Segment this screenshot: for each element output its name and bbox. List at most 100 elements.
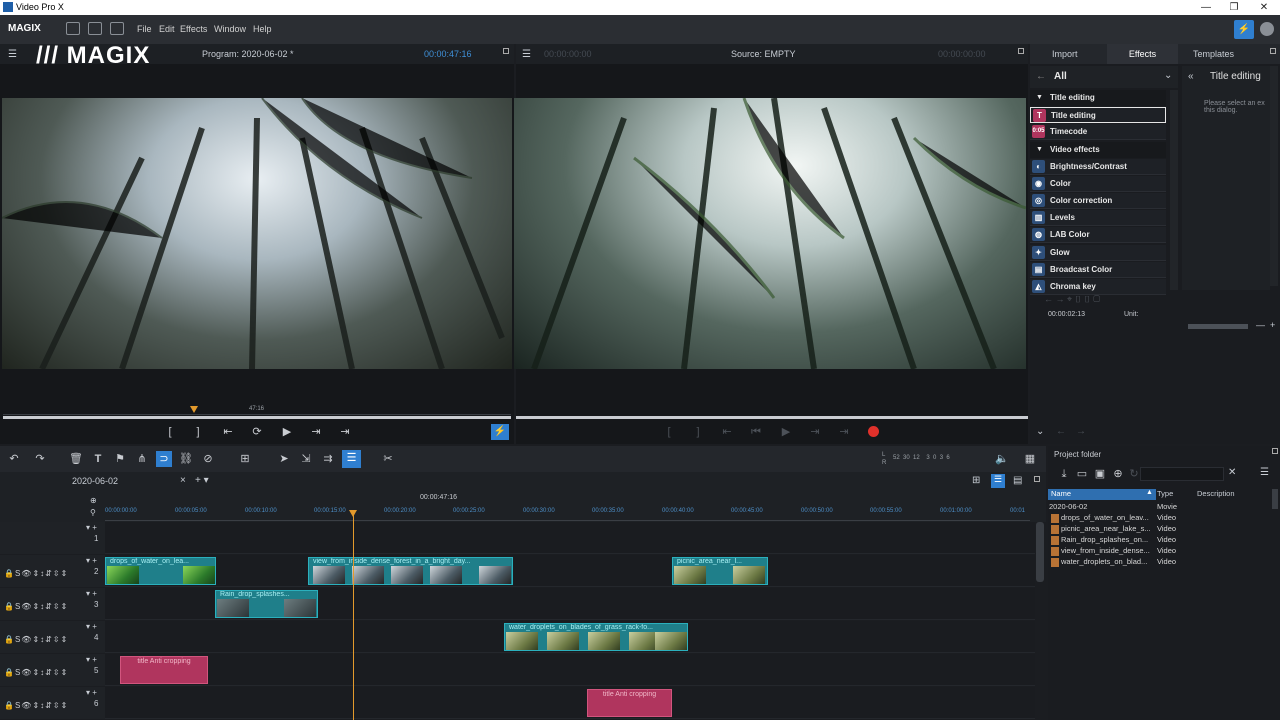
record-button[interactable] xyxy=(868,426,879,437)
close-icon[interactable]: ✕ xyxy=(1250,0,1278,15)
mouse-pointer-icon[interactable]: ➤ xyxy=(276,451,292,467)
playhead-marker[interactable] xyxy=(190,406,198,413)
film-view-icon[interactable]: ▤ xyxy=(1013,475,1022,486)
play-in-out-button[interactable]: ⇥ xyxy=(308,424,324,440)
clip-water-droplets[interactable]: water_droplets_on_blades_of_grass_rack-f… xyxy=(504,623,688,651)
effect-lab-color[interactable]: ◍ LAB Color xyxy=(1030,227,1166,243)
folder-icon[interactable]: ▭ xyxy=(1074,466,1090,482)
tab-import[interactable]: Import xyxy=(1052,49,1078,59)
track-controls[interactable]: 🔒S👁⇕↕⇵⇳⇕ xyxy=(4,668,68,677)
settings-gear-icon[interactable] xyxy=(1260,22,1274,36)
effect-chroma-key[interactable]: ◭ Chroma key xyxy=(1030,279,1166,295)
source-menu-icon[interactable]: ☰ xyxy=(522,49,531,60)
timeline-tab[interactable]: 2020-06-02 xyxy=(72,476,118,486)
ruler-playhead-marker[interactable] xyxy=(349,510,357,517)
clip-view-from-inside[interactable]: view_from_inside_dense_forest_in_a_brigh… xyxy=(308,557,513,585)
add-track-icon[interactable]: ⊕ xyxy=(90,496,97,505)
preview-render-icon[interactable]: ⚡ xyxy=(491,424,509,440)
track-lane-3[interactable]: Rain_drop_splashes... xyxy=(105,588,1035,620)
import-icon[interactable]: ⤓ xyxy=(1056,466,1072,482)
track-header-2[interactable]: ▾ + 🔒S👁⇕↕⇵⇳⇕ 2 xyxy=(0,555,105,587)
track-lane-1[interactable] xyxy=(105,522,1035,554)
folder-search-input[interactable] xyxy=(1140,467,1224,481)
zoom-slider[interactable] xyxy=(1188,324,1248,329)
new-file-icon[interactable] xyxy=(66,22,80,35)
program-scrubber[interactable]: 47:16 xyxy=(0,406,514,416)
source-maximize-icon[interactable] xyxy=(1018,48,1024,54)
marker-icon[interactable]: ⚑ xyxy=(112,451,128,467)
nav-forward-icon[interactable]: → xyxy=(1076,426,1086,437)
new-item-icon[interactable]: ⊕ xyxy=(1110,466,1126,482)
save-folder-icon[interactable]: ▣ xyxy=(1092,466,1108,482)
menu-hamburger-icon[interactable]: ☰ xyxy=(8,49,17,60)
tab-effects[interactable]: Effects xyxy=(1107,44,1178,64)
menu-effects[interactable]: Effects xyxy=(180,24,207,34)
save-icon[interactable] xyxy=(110,22,124,35)
timeline-ruler[interactable]: 00:00:00:00 00:00:05:00 00:00:10:00 00:0… xyxy=(105,508,1030,521)
chevron-down-icon[interactable]: ⌄ xyxy=(1164,70,1172,81)
go-to-end-button[interactable]: ⇥ xyxy=(337,424,353,440)
list-view-icon[interactable]: ☰ xyxy=(991,474,1005,488)
source-go-end-button[interactable]: ⇥ xyxy=(836,424,852,440)
redo-icon[interactable]: ↷ xyxy=(32,451,48,467)
effect-timecode[interactable]: 0:05 Timecode xyxy=(1030,124,1166,140)
set-out-button[interactable]: ] xyxy=(190,424,206,440)
source-play-button[interactable]: ▶ xyxy=(778,424,794,440)
add-tab-icon[interactable]: + ▾ xyxy=(195,475,209,486)
folder-row[interactable]: Rain_drop_splashes_on... Video xyxy=(1049,535,1269,546)
ripple-tool-icon[interactable]: ⇉ xyxy=(320,451,336,467)
timeline-playhead[interactable] xyxy=(353,510,354,720)
title-clip-1[interactable]: title Anti cropping xyxy=(120,656,208,684)
track-header-6[interactable]: ▾ + 🔒S👁⇕↕⇵⇳⇕ 6 xyxy=(0,687,105,719)
folder-scrollbar[interactable] xyxy=(1272,489,1278,509)
effects-filter[interactable]: ← All ⌄ xyxy=(1030,66,1178,88)
range-tool-icon[interactable]: ☰ xyxy=(342,450,361,468)
track-controls[interactable]: 🔒S👁⇕↕⇵⇳⇕ xyxy=(4,602,68,611)
trim-tool-icon[interactable]: ⇲ xyxy=(298,451,314,467)
zoom-track-icon[interactable]: ⚲ xyxy=(90,508,96,517)
clip-drops-of-water[interactable]: drops_of_water_on_lea... xyxy=(105,557,216,585)
performance-icon[interactable]: ⚡ xyxy=(1234,20,1254,39)
menu-edit[interactable]: Edit xyxy=(159,24,175,34)
menu-window[interactable]: Window xyxy=(214,24,246,34)
insert-mode-icon[interactable]: ⊞ xyxy=(237,451,253,467)
col-description[interactable]: Description xyxy=(1197,489,1235,498)
source-set-in-button[interactable]: [ xyxy=(661,424,677,440)
cut-icon[interactable]: ✂ xyxy=(380,451,396,467)
track-lane-6[interactable]: title Anti cropping xyxy=(105,687,1035,719)
menu-help[interactable]: Help xyxy=(253,24,272,34)
folder-row[interactable]: picnic_area_near_lake_s... Video xyxy=(1049,524,1269,535)
tab-templates[interactable]: Templates xyxy=(1193,49,1234,59)
col-type[interactable]: Type xyxy=(1157,489,1173,498)
expand-down-icon[interactable]: ⌄ xyxy=(1036,426,1044,437)
timeline-maximize-icon[interactable] xyxy=(1034,476,1040,482)
detail-scrollbar[interactable] xyxy=(1270,66,1278,286)
unlink-icon[interactable]: ⊘ xyxy=(200,451,216,467)
effects-scrollbar[interactable] xyxy=(1170,90,1178,290)
track-header-3[interactable]: ▾ + 🔒S👁⇕↕⇵⇳⇕ 3 xyxy=(0,588,105,620)
snap-icon[interactable]: ⊃ xyxy=(156,451,172,467)
track-lane-4[interactable]: water_droplets_on_blades_of_grass_rack-f… xyxy=(105,621,1035,653)
maximize-icon[interactable] xyxy=(503,48,509,54)
zoom-in-icon[interactable]: + xyxy=(1270,320,1275,330)
split-icon[interactable]: ⋔ xyxy=(134,451,150,467)
zoom-out-icon[interactable]: — xyxy=(1256,320,1265,330)
effect-color-correction[interactable]: ◎ Color correction xyxy=(1030,193,1166,209)
undo-icon[interactable]: ↶ xyxy=(6,451,22,467)
play-button[interactable]: ▶ xyxy=(279,424,295,440)
panel-maximize-icon[interactable] xyxy=(1270,48,1276,54)
col-name[interactable]: Name xyxy=(1048,489,1156,500)
effect-brightness-contrast[interactable]: ◐ Brightness/Contrast xyxy=(1030,159,1166,175)
back-arrow-icon[interactable]: ← xyxy=(1036,71,1046,82)
source-play-range-button[interactable]: ⇥ xyxy=(807,424,823,440)
collapse-icon[interactable]: « xyxy=(1188,71,1194,82)
menu-file[interactable]: File xyxy=(137,24,152,34)
minimize-icon[interactable]: — xyxy=(1192,0,1220,15)
folder-row[interactable]: 2020-06-02 Movie xyxy=(1049,502,1269,513)
go-to-start-button[interactable]: ⇤ xyxy=(220,424,236,440)
source-go-start-button[interactable]: ⇤ xyxy=(719,424,735,440)
folder-row[interactable]: drops_of_water_on_leav... Video xyxy=(1049,513,1269,524)
track-controls[interactable]: 🔒S👁⇕↕⇵⇳⇕ xyxy=(4,635,68,644)
program-timecode[interactable]: 00:00:47:16 xyxy=(424,49,472,59)
effect-color[interactable]: ◉ Color xyxy=(1030,176,1166,192)
